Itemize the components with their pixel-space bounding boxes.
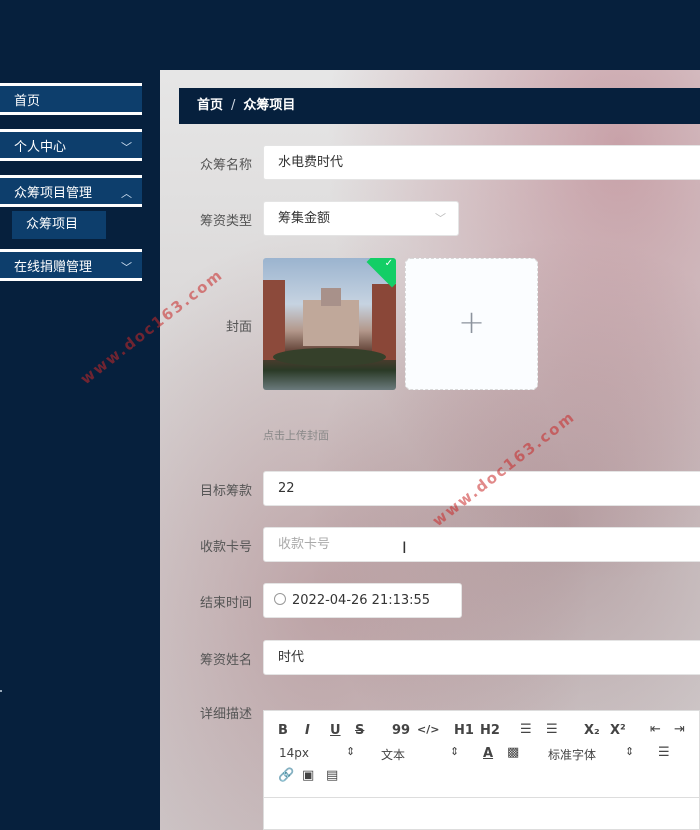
image-building-left bbox=[263, 280, 285, 360]
name-input[interactable]: 水电费时代 bbox=[263, 145, 700, 180]
image-building-right bbox=[372, 284, 396, 360]
ordered-list-icon[interactable]: ☰ bbox=[520, 722, 532, 737]
clock-icon bbox=[274, 593, 286, 605]
h1-button[interactable]: H1 bbox=[454, 723, 474, 738]
font-size-arrow-icon: ⇕ bbox=[346, 745, 356, 758]
cover-image[interactable]: ✓ bbox=[263, 258, 396, 390]
rich-text-editor: B I U S 99 </> H1 H2 ☰ ☰ X₂ X² ⇤ ⇥ 14px … bbox=[263, 710, 700, 830]
name-label: 众筹名称 bbox=[200, 158, 253, 173]
sidebar-item-donation-management[interactable]: 在线捐赠管理 ﹀ bbox=[0, 249, 142, 281]
italic-button[interactable]: I bbox=[305, 723, 310, 738]
bullet-list-icon[interactable]: ☰ bbox=[546, 722, 558, 737]
header-arrow-icon: ⇕ bbox=[450, 745, 460, 758]
decorative-dot bbox=[0, 690, 2, 692]
sidebar-subitem-crowdfunding-project[interactable]: 众筹项目 bbox=[12, 211, 106, 239]
type-label: 筹资类型 bbox=[200, 214, 253, 229]
watermark-text: www.doc163.com bbox=[428, 407, 579, 530]
check-icon: ✓ bbox=[384, 258, 393, 269]
target-label: 目标筹款 bbox=[200, 484, 253, 499]
font-family-select[interactable]: 标准字体 bbox=[548, 746, 596, 763]
plus-icon: + bbox=[458, 303, 485, 341]
font-family-arrow-icon: ⇕ bbox=[625, 745, 635, 758]
card-input[interactable]: 收款卡号 bbox=[263, 527, 700, 562]
chevron-down-icon: ﹀ bbox=[121, 261, 132, 274]
video-icon[interactable]: ▤ bbox=[326, 768, 338, 783]
blockquote-button[interactable]: 99 bbox=[392, 723, 410, 738]
superscript-button[interactable]: X² bbox=[610, 723, 626, 738]
person-label: 筹资姓名 bbox=[200, 653, 253, 668]
text-cursor-icon: I bbox=[402, 538, 407, 557]
underline-button[interactable]: U bbox=[330, 723, 341, 738]
detail-label: 详细描述 bbox=[200, 707, 253, 722]
chevron-up-icon: ︿ bbox=[121, 187, 132, 200]
sidebar-subitem-label: 众筹项目 bbox=[26, 217, 79, 232]
sidebar-item-label: 在线捐赠管理 bbox=[14, 260, 93, 275]
sidebar-item-personal-center[interactable]: 个人中心 ﹀ bbox=[0, 129, 142, 161]
end-time-value: 2022-04-26 21:13:55 bbox=[292, 593, 431, 608]
indent-icon[interactable]: ⇥ bbox=[674, 722, 685, 737]
chevron-down-icon: ﹀ bbox=[435, 212, 446, 225]
end-time-picker[interactable]: 2022-04-26 21:13:55 bbox=[263, 583, 462, 618]
link-icon[interactable]: 🔗 bbox=[278, 768, 294, 783]
text-color-icon[interactable]: A bbox=[483, 746, 493, 761]
image-building-tower bbox=[321, 288, 341, 306]
image-icon[interactable]: ▣ bbox=[302, 768, 314, 783]
type-select-value: 筹集金额 bbox=[278, 211, 331, 226]
upload-hint: 点击上传封面 bbox=[263, 429, 329, 442]
sidebar: 首页 个人中心 ﹀ 众筹项目管理 ︿ 众筹项目 在线捐赠管理 ﹀ bbox=[0, 0, 158, 830]
sidebar-item-home[interactable]: 首页 bbox=[0, 83, 142, 115]
breadcrumb: 首页 / 众筹项目 bbox=[179, 88, 700, 124]
main-panel: 首页 / 众筹项目 众筹名称 水电费时代 筹资类型 筹集金额 ﹀ 封面 ✓ + 点击… bbox=[160, 70, 700, 830]
strike-button[interactable]: S bbox=[355, 723, 364, 738]
font-size-select[interactable]: 14px bbox=[279, 746, 309, 760]
upload-button[interactable]: + bbox=[405, 258, 538, 390]
sidebar-item-label: 首页 bbox=[14, 94, 41, 109]
breadcrumb-home[interactable]: 首页 bbox=[197, 98, 223, 113]
subscript-button[interactable]: X₂ bbox=[584, 723, 600, 738]
type-select[interactable]: 筹集金额 ﹀ bbox=[263, 201, 459, 236]
editor-toolbar: B I U S 99 </> H1 H2 ☰ ☰ X₂ X² ⇤ ⇥ 14px … bbox=[264, 711, 699, 798]
align-icon[interactable]: ☰ bbox=[658, 745, 670, 760]
code-button[interactable]: </> bbox=[417, 723, 439, 736]
background-color-icon[interactable]: ▩ bbox=[507, 745, 519, 760]
card-label: 收款卡号 bbox=[200, 540, 253, 555]
sidebar-item-crowdfunding-management[interactable]: 众筹项目管理 ︿ bbox=[0, 175, 142, 207]
breadcrumb-separator: / bbox=[231, 98, 236, 113]
chevron-down-icon: ﹀ bbox=[121, 141, 132, 154]
h2-button[interactable]: H2 bbox=[480, 723, 500, 738]
image-lawn bbox=[273, 348, 386, 366]
sidebar-item-label: 众筹项目管理 bbox=[14, 186, 93, 201]
outdent-icon[interactable]: ⇤ bbox=[650, 722, 661, 737]
breadcrumb-current: 众筹项目 bbox=[243, 98, 296, 113]
image-building-center bbox=[303, 300, 359, 346]
person-input[interactable]: 时代 bbox=[263, 640, 700, 675]
header-select[interactable]: 文本 bbox=[381, 746, 405, 763]
bold-button[interactable]: B bbox=[278, 723, 288, 738]
sidebar-item-label: 个人中心 bbox=[14, 140, 67, 155]
end-time-label: 结束时间 bbox=[200, 596, 253, 611]
